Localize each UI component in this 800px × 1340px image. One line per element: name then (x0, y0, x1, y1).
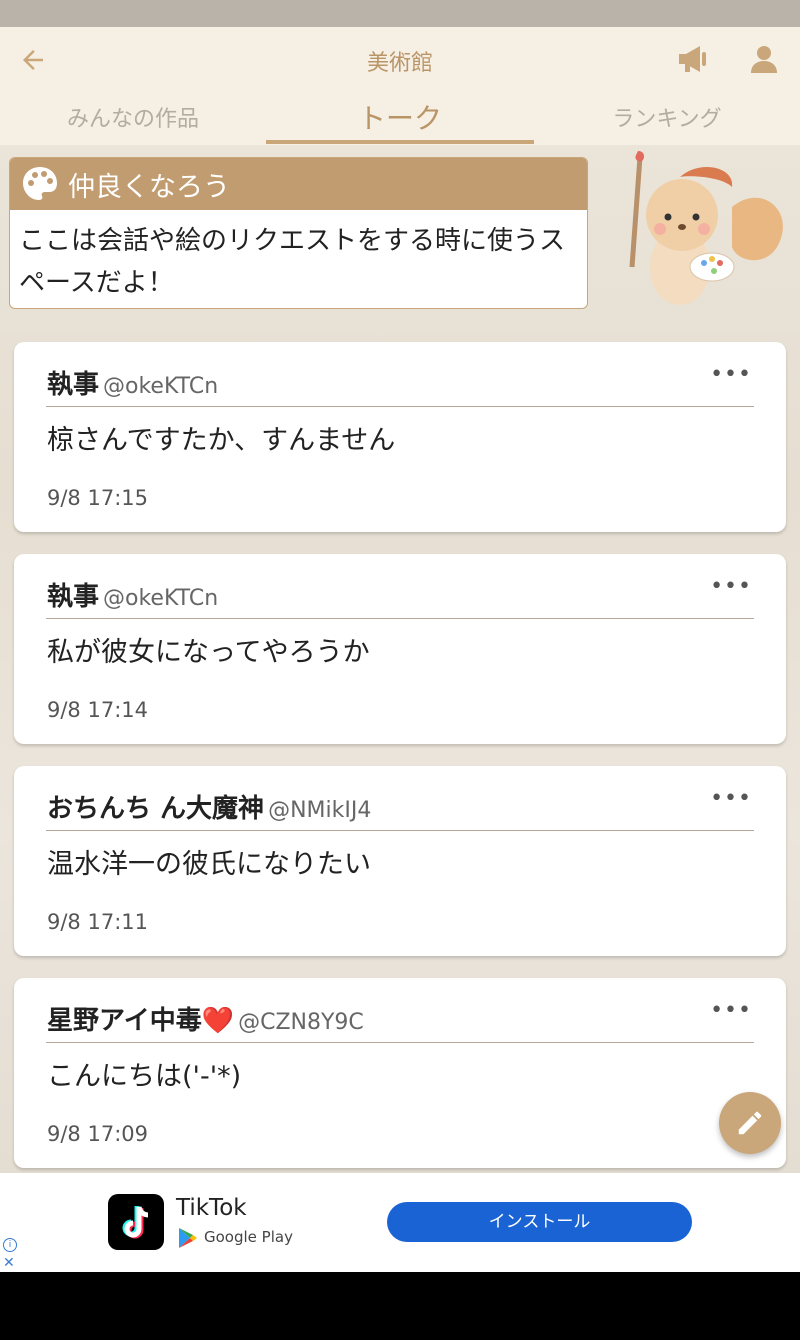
palette-icon (23, 167, 57, 200)
ad-app-name: TikTok (176, 1195, 247, 1221)
tab-everyone-works[interactable]: みんなの作品 (0, 101, 266, 145)
info-card-header: 仲良くなろう (10, 158, 587, 210)
post-author[interactable]: 執事 @okeKTCn (47, 576, 218, 613)
divider (46, 618, 754, 619)
tab-talk[interactable]: トーク (266, 97, 534, 141)
ad-info-icon[interactable]: i (3, 1238, 17, 1252)
talk-post[interactable]: おちんち ん大魔神 @NMikIJ4 ••• 温水洋一の彼氏になりたい 9/8 1… (14, 766, 786, 956)
divider (46, 406, 754, 407)
navigation-bar (0, 1272, 800, 1340)
ad-store-label: Google Play (204, 1228, 293, 1246)
talk-post[interactable]: 執事 @okeKTCn ••• 椋さんですたか、すんません 9/8 17:15 (14, 342, 786, 532)
pencil-icon (738, 1111, 762, 1135)
active-tab-indicator (266, 140, 534, 144)
info-card-text: ここは会話や絵のリクエストをする時に使うスペースだよ！ (19, 226, 566, 298)
ad-banner[interactable]: i ✕ TikTok Google Play インストール (0, 1173, 800, 1272)
post-handle: @okeKTCn (103, 374, 219, 399)
install-button[interactable]: インストール (387, 1202, 692, 1242)
post-author[interactable]: 執事 @okeKTCn (47, 364, 218, 401)
top-bar: 美術館 みんなの作品 トーク ランキング (0, 27, 800, 145)
post-author[interactable]: 星野アイ中毒❤️ @CZN8Y9C (47, 1000, 364, 1037)
more-options-icon[interactable]: ••• (710, 362, 752, 387)
ad-close-icon[interactable]: ✕ (3, 1255, 15, 1271)
more-options-icon[interactable]: ••• (710, 786, 752, 811)
compose-button[interactable] (719, 1092, 781, 1154)
post-timestamp: 9/8 17:15 (47, 486, 148, 510)
more-options-icon[interactable]: ••• (710, 998, 752, 1023)
post-timestamp: 9/8 17:11 (47, 910, 148, 934)
post-text: 私が彼女になってやろうか (47, 637, 370, 668)
talk-post[interactable]: 執事 @okeKTCn ••• 私が彼女になってやろうか 9/8 17:14 (14, 554, 786, 744)
person-icon[interactable] (748, 43, 780, 75)
app-screen: 美術館 みんなの作品 トーク ランキング 仲良くなろう ここは会話や絵のリクエス… (0, 27, 800, 1173)
post-timestamp: 9/8 17:14 (47, 698, 148, 722)
info-card: 仲良くなろう ここは会話や絵のリクエストをする時に使うスペースだよ！ (9, 157, 588, 309)
megaphone-icon[interactable] (676, 44, 710, 74)
status-bar (0, 0, 800, 27)
divider (46, 1042, 754, 1043)
post-text: 椋さんですたか、すんません (47, 425, 396, 456)
tab-ranking[interactable]: ランキング (534, 101, 800, 145)
post-handle: @CZN8Y9C (238, 1010, 364, 1035)
info-card-title: 仲良くなろう (68, 171, 230, 203)
squirrel-mascot-illustration (629, 151, 783, 305)
post-timestamp: 9/8 17:09 (47, 1122, 148, 1146)
tiktok-app-icon[interactable] (108, 1194, 164, 1250)
talk-post[interactable]: 星野アイ中毒❤️ @CZN8Y9C ••• こんにちは('-'*) 9/8 17:… (14, 978, 786, 1168)
post-handle: @NMikIJ4 (268, 798, 372, 823)
more-options-icon[interactable]: ••• (710, 574, 752, 599)
post-handle: @okeKTCn (103, 586, 219, 611)
google-play-icon (179, 1228, 197, 1248)
post-text: 温水洋一の彼氏になりたい (47, 849, 371, 880)
post-text: こんにちは('-'*) (47, 1061, 242, 1092)
divider (46, 830, 754, 831)
post-author[interactable]: おちんち ん大魔神 @NMikIJ4 (47, 788, 371, 825)
